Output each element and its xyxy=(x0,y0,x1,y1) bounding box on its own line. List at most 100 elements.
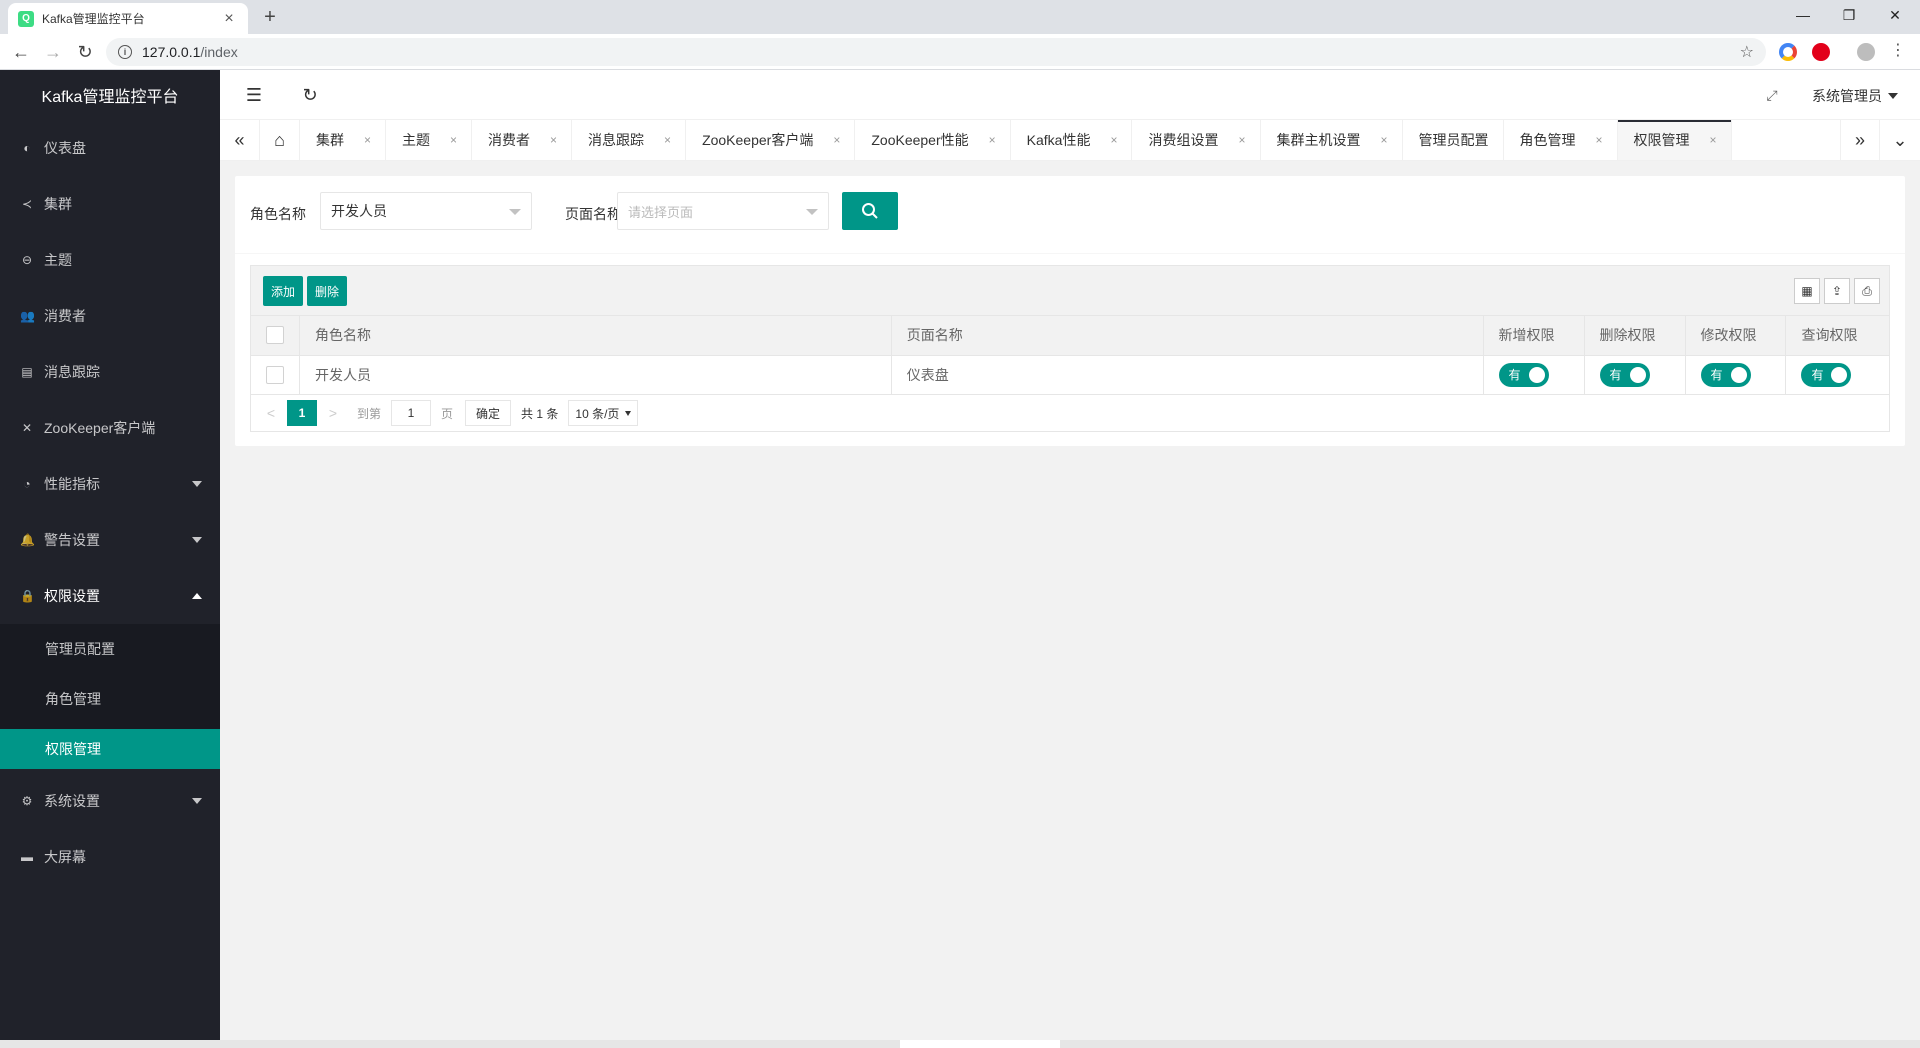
menu-dots-icon[interactable]: ⋮ xyxy=(1890,40,1906,59)
tab-label: 集群主机设置 xyxy=(1276,132,1361,148)
sidebar-item-consumer[interactable]: 👥 消费者 xyxy=(0,288,220,344)
column-header-add[interactable]: 新增权限 xyxy=(1483,316,1585,356)
add-button[interactable]: 添加 xyxy=(263,276,304,306)
tab-topic[interactable]: 主题 × xyxy=(386,120,473,160)
extension-chrome-icon[interactable] xyxy=(1779,43,1797,61)
dashboard-icon: ◐ xyxy=(23,141,31,155)
reload-button[interactable]: ↻ xyxy=(72,39,98,65)
delete-button[interactable]: 删除 xyxy=(307,276,348,306)
tab-role-management[interactable]: 角色管理 × xyxy=(1504,120,1618,160)
switch-knob xyxy=(1730,366,1747,383)
tab-kafka-perf[interactable]: Kafka性能 × xyxy=(1011,120,1133,160)
prev-page-button[interactable]: < xyxy=(261,405,281,421)
tab-admin-config[interactable]: 管理员配置 xyxy=(1403,120,1504,160)
edit-permission-switch[interactable]: 有 xyxy=(1700,362,1751,387)
tab-zookeeper-perf[interactable]: ZooKeeper性能 × xyxy=(855,120,1011,160)
tab-consumer-group-settings[interactable]: 消费组设置 × xyxy=(1132,120,1261,160)
sidebar-item-system-settings[interactable]: ⚙ 系统设置 xyxy=(0,773,220,829)
row-checkbox[interactable] xyxy=(266,365,284,384)
sidebar-item-dashboard[interactable]: ◐ 仪表盘 xyxy=(0,120,220,176)
menu-toggle-icon[interactable]: ☰ xyxy=(242,83,266,107)
close-icon[interactable]: × xyxy=(989,133,996,147)
refresh-icon[interactable]: ↻ xyxy=(298,83,322,107)
fullscreen-icon[interactable]: ⤢ xyxy=(1760,83,1784,107)
tab-cluster-host-settings[interactable]: 集群主机设置 × xyxy=(1261,120,1403,160)
column-header-role[interactable]: 角色名称 xyxy=(299,316,892,356)
export-icon[interactable]: ⇪ xyxy=(1824,278,1850,304)
query-permission-switch[interactable]: 有 xyxy=(1801,362,1852,387)
sidebar-item-alerts[interactable]: 🔔 警告设置 xyxy=(0,512,220,568)
close-tab-icon[interactable]: × xyxy=(220,10,238,28)
sidebar-item-cluster[interactable]: ≺ 集群 xyxy=(0,176,220,232)
select-all-checkbox[interactable] xyxy=(266,326,284,345)
close-icon[interactable]: × xyxy=(450,133,457,147)
next-page-button[interactable]: > xyxy=(323,405,343,421)
column-header-delete[interactable]: 删除权限 xyxy=(1584,316,1686,356)
browser-tab[interactable]: Q Kafka管理监控平台 × xyxy=(8,3,248,34)
sidebar-item-zookeeper[interactable]: ✕ ZooKeeper客户端 xyxy=(0,400,220,456)
select-all-cell xyxy=(251,316,300,356)
extension-red-icon[interactable] xyxy=(1812,43,1830,61)
permission-card: 角色名称 开发人员 页面名称 请选择页面 添加 删除 ▦ ⇪ ⎙ 角色名称 页面… xyxy=(235,176,1905,446)
sidebar-item-message-trace[interactable]: ▤ 消息跟踪 xyxy=(0,344,220,400)
horizontal-scrollbar[interactable] xyxy=(0,1040,1920,1048)
close-icon[interactable]: × xyxy=(1710,133,1717,147)
minimize-button[interactable]: — xyxy=(1780,0,1826,30)
column-header-edit[interactable]: 修改权限 xyxy=(1685,316,1787,356)
page-name-select[interactable]: 请选择页面 xyxy=(617,192,829,230)
tabs-dropdown-icon[interactable]: ⌄ xyxy=(1880,120,1920,160)
info-icon[interactable]: i xyxy=(118,45,132,59)
scrollbar-thumb[interactable] xyxy=(900,1040,1060,1048)
profile-avatar-icon[interactable] xyxy=(1857,43,1875,61)
sidebar-subitem-role-management[interactable]: 角色管理 xyxy=(0,674,220,724)
close-icon[interactable]: × xyxy=(550,133,557,147)
page-size-select[interactable]: 10 条/页 xyxy=(568,400,639,426)
column-header-query[interactable]: 查询权限 xyxy=(1785,316,1889,356)
window-close-button[interactable]: ✕ xyxy=(1872,0,1918,30)
sidebar-subitem-admin-config[interactable]: 管理员配置 xyxy=(0,624,220,674)
search-button[interactable] xyxy=(842,192,898,230)
back-button[interactable]: ← xyxy=(8,39,34,65)
close-icon[interactable]: × xyxy=(833,133,840,147)
close-icon[interactable]: × xyxy=(1110,133,1117,147)
tabs-scroll-right-icon[interactable]: » xyxy=(1840,120,1880,160)
sidebar-item-permissions[interactable]: 🔒 权限设置 xyxy=(0,568,220,624)
tab-cluster[interactable]: 集群 × xyxy=(300,120,387,160)
browser-toolbar: ← → ↻ i 127.0.0.1/index ☆ ⋮ xyxy=(0,34,1920,70)
maximize-button[interactable]: ❐ xyxy=(1826,0,1872,30)
home-tab-icon[interactable]: ⌂ xyxy=(260,120,300,160)
address-bar[interactable]: i 127.0.0.1/index ☆ xyxy=(106,38,1766,66)
switch-label: 有 xyxy=(1609,367,1622,382)
table-row[interactable]: 开发人员 仪表盘 有 有 有 有 xyxy=(251,355,1889,395)
sidebar-item-big-screen[interactable]: ▬ 大屏幕 xyxy=(0,829,220,885)
column-header-page[interactable]: 页面名称 xyxy=(891,316,1484,356)
switch-knob xyxy=(1528,366,1545,383)
columns-filter-icon[interactable]: ▦ xyxy=(1794,278,1820,304)
current-page[interactable]: 1 xyxy=(287,400,317,426)
tab-zookeeper-client[interactable]: ZooKeeper客户端 × xyxy=(686,120,856,160)
tab-consumer[interactable]: 消费者 × xyxy=(472,120,573,160)
close-icon[interactable]: × xyxy=(1596,133,1603,147)
sidebar-item-metrics[interactable]: ◔ 性能指标 xyxy=(0,456,220,512)
tab-message-trace[interactable]: 消息跟踪 × xyxy=(572,120,687,160)
close-icon[interactable]: × xyxy=(1238,133,1245,147)
tabs-scroll-left-icon[interactable]: « xyxy=(220,120,260,160)
user-menu[interactable]: 系统管理员 xyxy=(1812,86,1898,106)
sidebar-item-topic[interactable]: ⊖ 主题 xyxy=(0,232,220,288)
new-tab-button[interactable]: + xyxy=(258,5,282,29)
delete-permission-switch[interactable]: 有 xyxy=(1599,362,1650,387)
goto-page-input[interactable]: 1 xyxy=(391,400,432,426)
goto-confirm-button[interactable]: 确定 xyxy=(465,400,512,426)
sidebar-subitem-permission-management[interactable]: 权限管理 xyxy=(0,729,220,769)
gauge-icon: ◔ xyxy=(23,477,31,491)
forward-button[interactable]: → xyxy=(40,39,66,65)
role-name-select[interactable]: 开发人员 xyxy=(320,192,532,230)
app-logo[interactable]: Kafka管理监控平台 xyxy=(0,70,220,120)
close-icon[interactable]: × xyxy=(664,133,671,147)
close-icon[interactable]: × xyxy=(364,133,371,147)
bookmark-star-icon[interactable]: ☆ xyxy=(1740,42,1754,62)
tab-permission-management[interactable]: 权限管理 × xyxy=(1617,120,1732,160)
close-icon[interactable]: × xyxy=(1381,133,1388,147)
print-icon[interactable]: ⎙ xyxy=(1854,278,1880,304)
add-permission-switch[interactable]: 有 xyxy=(1498,362,1549,387)
